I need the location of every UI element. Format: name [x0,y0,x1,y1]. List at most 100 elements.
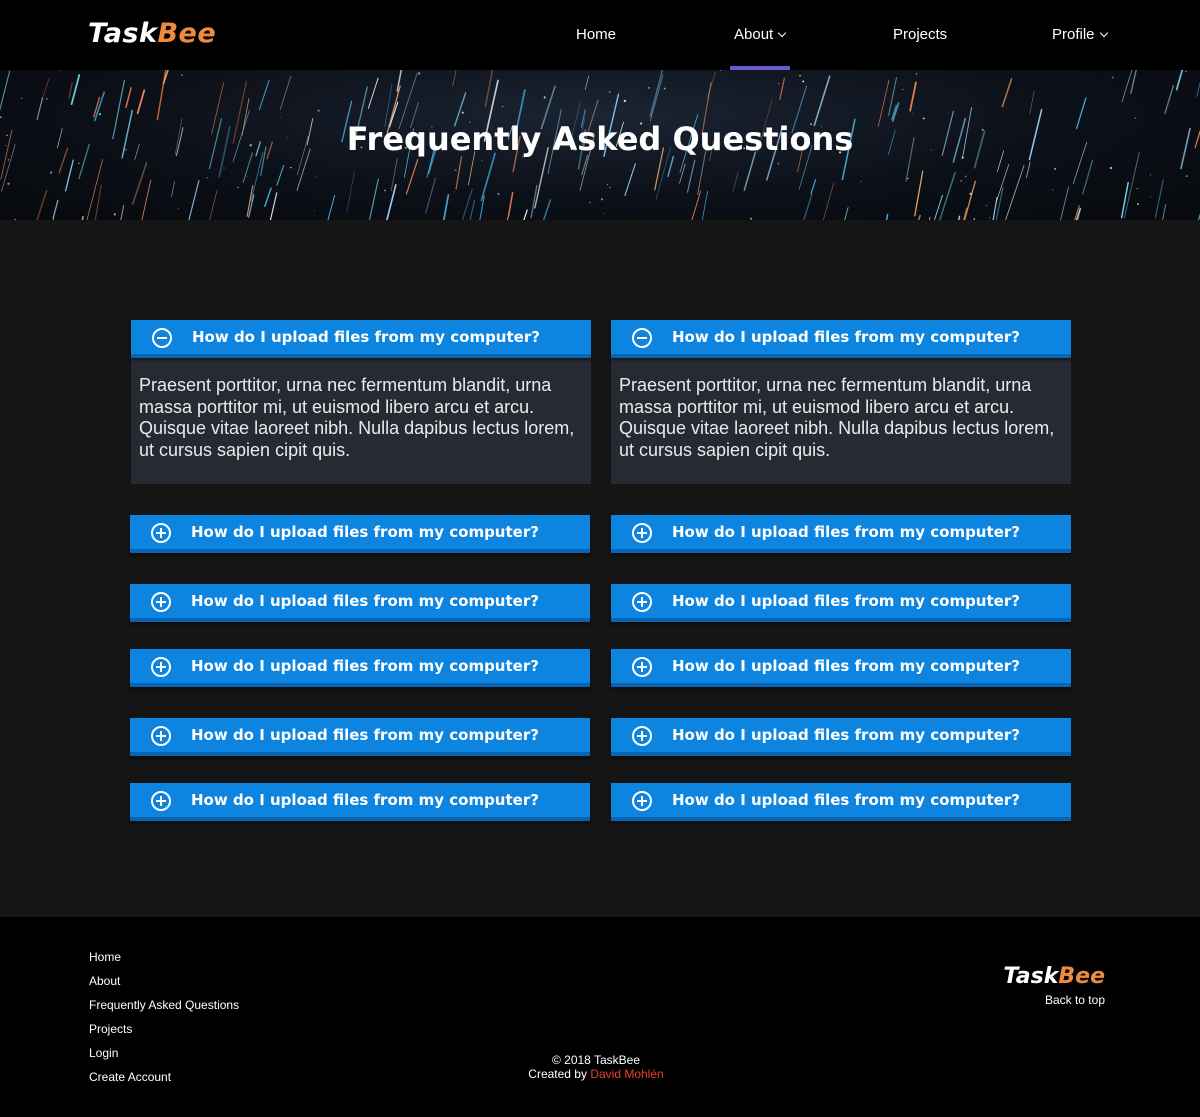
faq-question-toggle[interactable]: How do I upload files from my computer? [130,649,590,687]
star-trail [992,197,998,220]
star-trail [973,217,975,220]
nav-home[interactable]: Home [576,0,616,70]
star-dot [1054,167,1057,170]
footer-logo-part2: Bee [1058,964,1105,989]
faq-question-toggle[interactable]: How do I upload files from my computer? [611,649,1071,687]
star-trail [461,188,473,220]
nav-profile[interactable]: Profile [1052,0,1108,70]
star-trail [452,70,457,87]
plus-circle-icon [151,523,171,543]
star-trail [813,75,831,127]
star-trail [280,75,292,110]
faq-item: How do I upload files from my computer? [611,584,1071,622]
plus-circle-icon [632,657,652,677]
footer-brand-logo[interactable]: TaskBee [1003,964,1105,990]
faq-question-toggle[interactable]: How do I upload files from my computer? [611,783,1071,821]
nav-about[interactable]: About [734,0,787,70]
footer-link-about[interactable]: About [89,972,239,996]
faq-question-text: How do I upload files from my computer? [191,791,539,809]
star-dot [78,162,80,165]
star-trail [188,180,200,220]
star-trail [368,178,379,220]
star-dot [417,72,421,75]
author-link[interactable]: David Mohlén [590,1067,663,1081]
star-trail [929,216,931,220]
star-dot [663,87,666,90]
faq-question-text: How do I upload files from my computer? [672,791,1020,809]
star-dot [98,113,102,116]
star-trail [779,77,786,100]
plus-circle-icon [632,592,652,612]
star-dot [49,171,53,174]
star-dot [290,166,292,169]
star-trail [1001,78,1013,108]
star-trail [1197,213,1200,220]
chevron-down-icon [777,28,787,38]
star-dot [181,74,183,76]
plus-circle-icon [151,657,171,677]
faq-question-toggle[interactable]: How do I upload files from my computer? [130,515,590,553]
star-dot [481,159,483,162]
plus-circle-icon [151,592,171,612]
star-trail [125,87,132,109]
star-trail [136,89,146,115]
star-trail [822,182,835,220]
faq-item: How do I upload files from my computer? … [131,320,591,484]
faq-question-text: How do I upload files from my computer? [191,523,539,541]
star-trail [258,80,270,111]
back-to-top-link[interactable]: Back to top [1045,993,1105,1007]
faq-question-text: How do I upload files from my computer? [672,328,1020,346]
star-trail [425,177,436,214]
faq-question-toggle[interactable]: How do I upload files from my computer? [611,718,1071,756]
star-dot [45,97,48,100]
star-trail [1123,152,1140,219]
star-trail [958,215,961,220]
plus-circle-icon [151,726,171,746]
star-trail [1164,84,1175,115]
star-dot [600,198,604,201]
star-dot [986,204,988,206]
star-trail [701,190,709,220]
star-trail [963,180,976,220]
footer-link-projects[interactable]: Projects [89,1020,239,1044]
star-dot [454,191,456,192]
plus-circle-icon [632,726,652,746]
faq-item: How do I upload files from my computer? [130,783,590,821]
faq-item: How do I upload files from my computer? [130,584,590,622]
star-trail [624,163,636,196]
footer-logo-part1: Task [1003,964,1059,989]
star-trail [1029,90,1035,115]
star-trail [480,152,496,202]
brand-logo[interactable]: TaskBee [88,17,216,51]
star-trail [367,78,379,109]
star-dot [969,192,972,195]
star-dot [799,74,802,77]
star-dot [623,99,627,103]
star-dot [604,213,606,215]
footer-link-home[interactable]: Home [89,948,239,972]
faq-question-toggle[interactable]: How do I upload files from my computer? [611,515,1071,553]
star-dot [778,82,780,85]
footer-link-faq[interactable]: Frequently Asked Questions [89,996,239,1020]
star-trail [914,170,924,217]
nav-about-label: About [734,26,774,43]
faq-question-toggle[interactable]: How do I upload files from my computer? [130,718,590,756]
star-dot [1150,196,1152,198]
faq-question-toggle[interactable]: How do I upload files from my computer? [130,584,590,622]
faq-question-toggle[interactable]: How do I upload files from my computer? [611,320,1071,358]
star-dot [964,175,967,178]
copyright: © 2018 TaskBee Created by David Mohlén [0,1053,1192,1081]
top-navbar: TaskBee Home About Projects Profile [0,0,1200,70]
star-trail [1175,70,1184,91]
plus-circle-icon [151,791,171,811]
star-dot [1137,203,1139,206]
star-dot [20,97,23,100]
nav-projects[interactable]: Projects [893,0,947,70]
star-dot [497,192,500,195]
faq-question-toggle[interactable]: How do I upload files from my computer? [130,783,590,821]
faq-question-toggle[interactable]: How do I upload files from my computer? [611,584,1071,622]
faq-question-toggle[interactable]: How do I upload files from my computer? [131,320,591,358]
star-trail [885,213,889,220]
star-trail [276,164,285,186]
faq-question-text: How do I upload files from my computer? [191,657,539,675]
